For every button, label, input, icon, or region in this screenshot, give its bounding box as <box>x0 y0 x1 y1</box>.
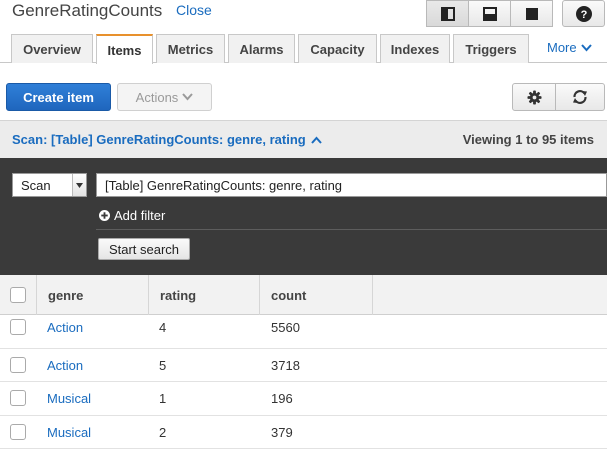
row-checkbox[interactable] <box>10 319 26 335</box>
cell-genre[interactable]: Action <box>47 311 83 344</box>
column-separator <box>36 275 37 315</box>
chevron-down-icon <box>580 43 592 51</box>
table-row[interactable]: Action 4 5560 <box>0 315 607 349</box>
more-label: More <box>547 40 577 55</box>
caret-down-icon <box>76 182 83 188</box>
scan-mode-select[interactable]: Scan <box>12 173 87 197</box>
cell-genre[interactable]: Musical <box>47 416 91 449</box>
start-search-button[interactable]: Start search <box>98 238 190 260</box>
cell-rating: 4 <box>159 320 167 335</box>
refresh-icon <box>573 90 587 104</box>
page-title: GenreRatingCounts <box>12 1 163 20</box>
close-link[interactable]: Close <box>176 2 212 18</box>
results-table: genre rating count Action 4 5560 Action … <box>0 275 607 449</box>
table-header: genre rating count <box>0 275 607 315</box>
select-all-checkbox[interactable] <box>10 287 26 303</box>
cell-rating: 5 <box>159 357 167 373</box>
table-row[interactable]: Musical 1 196 <box>0 382 607 416</box>
scan-summary-bar: Scan: [Table] GenreRatingCounts: genre, … <box>0 120 607 158</box>
cell-count: 196 <box>271 391 293 406</box>
panel-divider <box>96 229 607 230</box>
tab-overview[interactable]: Overview <box>11 34 93 63</box>
cell-count: 3718 <box>271 357 300 373</box>
scan-summary-text: Scan: [Table] GenreRatingCounts: genre, … <box>12 132 306 147</box>
split-view-button[interactable] <box>426 0 469 27</box>
column-header-genre[interactable]: genre <box>48 275 83 315</box>
bottom-panel-button[interactable] <box>468 0 511 27</box>
add-filter-button[interactable]: Add filter <box>99 208 165 223</box>
column-header-rating[interactable]: rating <box>160 275 196 315</box>
tab-more[interactable]: More <box>547 40 592 55</box>
viewing-count: Viewing 1 to 95 items <box>462 132 594 147</box>
row-checkbox[interactable] <box>10 390 26 406</box>
table-row[interactable]: Action 5 3718 <box>0 349 607 382</box>
column-separator <box>372 275 373 315</box>
tab-items[interactable]: Items <box>96 34 153 64</box>
split-view-icon <box>440 6 455 21</box>
help-button[interactable]: ? <box>562 0 605 27</box>
gear-icon <box>526 89 542 105</box>
full-view-button[interactable] <box>510 0 553 27</box>
row-checkbox[interactable] <box>10 356 26 373</box>
help-icon: ? <box>575 5 592 22</box>
column-separator <box>259 275 260 315</box>
tab-triggers[interactable]: Triggers <box>453 34 529 63</box>
actions-button[interactable]: Actions <box>117 83 212 111</box>
cell-genre[interactable]: Action <box>47 349 83 382</box>
cell-rating: 2 <box>159 424 167 440</box>
tab-indexes[interactable]: Indexes <box>380 34 450 63</box>
tab-capacity[interactable]: Capacity <box>298 34 377 63</box>
actions-label: Actions <box>135 89 179 105</box>
create-item-button[interactable]: Create item <box>6 83 111 111</box>
svg-text:?: ? <box>580 9 587 21</box>
bottom-panel-icon <box>482 6 497 21</box>
cell-genre[interactable]: Musical <box>47 382 91 415</box>
table-row[interactable]: Musical 2 379 <box>0 416 607 449</box>
chevron-up-icon <box>310 136 322 144</box>
tab-bar: Overview Items Metrics Alarms Capacity I… <box>0 34 607 64</box>
scan-mode-value: Scan <box>21 177 51 193</box>
refresh-button[interactable] <box>555 83 605 111</box>
plus-circle-icon <box>99 210 110 221</box>
scan-summary-toggle[interactable]: Scan: [Table] GenreRatingCounts: genre, … <box>12 132 322 147</box>
column-separator <box>148 275 149 315</box>
table-source-value: [Table] GenreRatingCounts: genre, rating <box>105 177 343 193</box>
header: GenreRatingCounts Close ? <box>0 0 607 30</box>
chevron-down-icon <box>182 93 194 101</box>
row-checkbox[interactable] <box>10 423 26 440</box>
cell-count: 379 <box>271 424 293 440</box>
cell-count: 5560 <box>271 320 300 335</box>
column-header-count[interactable]: count <box>271 275 306 315</box>
full-view-icon <box>525 7 538 20</box>
view-mode-group <box>426 0 553 27</box>
select-arrow <box>72 174 86 196</box>
tab-metrics[interactable]: Metrics <box>156 34 225 63</box>
table-source-select[interactable]: [Table] GenreRatingCounts: genre, rating <box>96 173 607 197</box>
settings-button[interactable] <box>512 83 556 111</box>
tab-alarms[interactable]: Alarms <box>228 34 295 63</box>
add-filter-label: Add filter <box>114 208 166 223</box>
cell-rating: 1 <box>159 391 167 406</box>
search-panel: Scan [Table] GenreRatingCounts: genre, r… <box>0 158 607 275</box>
